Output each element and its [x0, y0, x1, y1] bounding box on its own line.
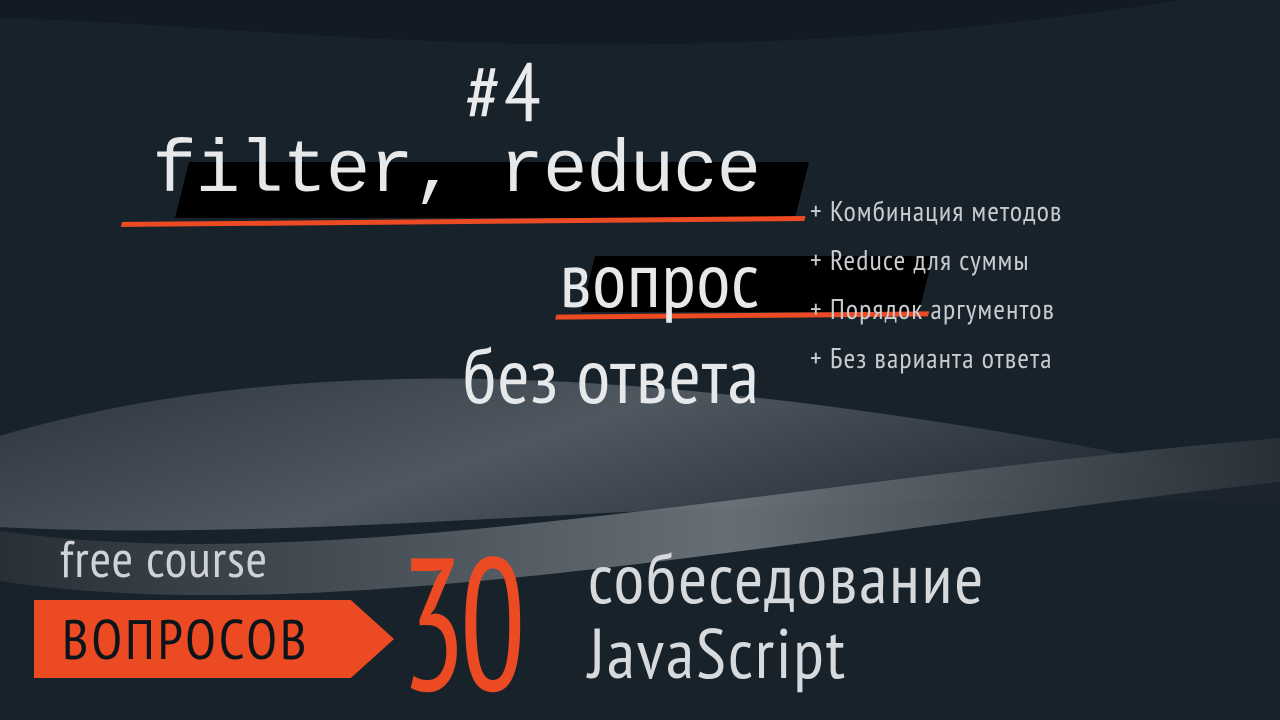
questions-tag-text: ВОПРОСОВ: [62, 603, 309, 675]
course-title: собеседование JavaScript: [588, 541, 985, 692]
questions-tag: ВОПРОСОВ: [34, 600, 394, 678]
episode-number: #4: [465, 38, 543, 144]
bullet-item: + Reduce для суммы: [810, 241, 1062, 278]
course-title-line2: JavaScript: [588, 616, 985, 692]
bullet-item: + Без варианта ответа: [810, 339, 1062, 376]
bullet-list: + Комбинация методов + Reduce для суммы …: [810, 192, 1062, 388]
headline-text-2: вопрос: [560, 228, 760, 329]
headline-line-1: filter, reduce: [152, 130, 760, 220]
course-title-line1: собеседование: [588, 541, 985, 617]
headline-text-3: без ответа: [463, 324, 760, 425]
count-30: 30: [400, 527, 519, 715]
bullet-item: + Порядок аргументов: [810, 290, 1062, 327]
headline-line-2: вопрос: [560, 228, 760, 335]
free-course-label: free course: [60, 525, 268, 592]
headline-line-3: без ответа: [463, 324, 760, 431]
bullet-item: + Комбинация методов: [810, 192, 1062, 229]
footer: free course ВОПРОСОВ 30 собеседование Ja…: [0, 510, 1280, 720]
headline-text-1: filter, reduce: [152, 130, 760, 214]
